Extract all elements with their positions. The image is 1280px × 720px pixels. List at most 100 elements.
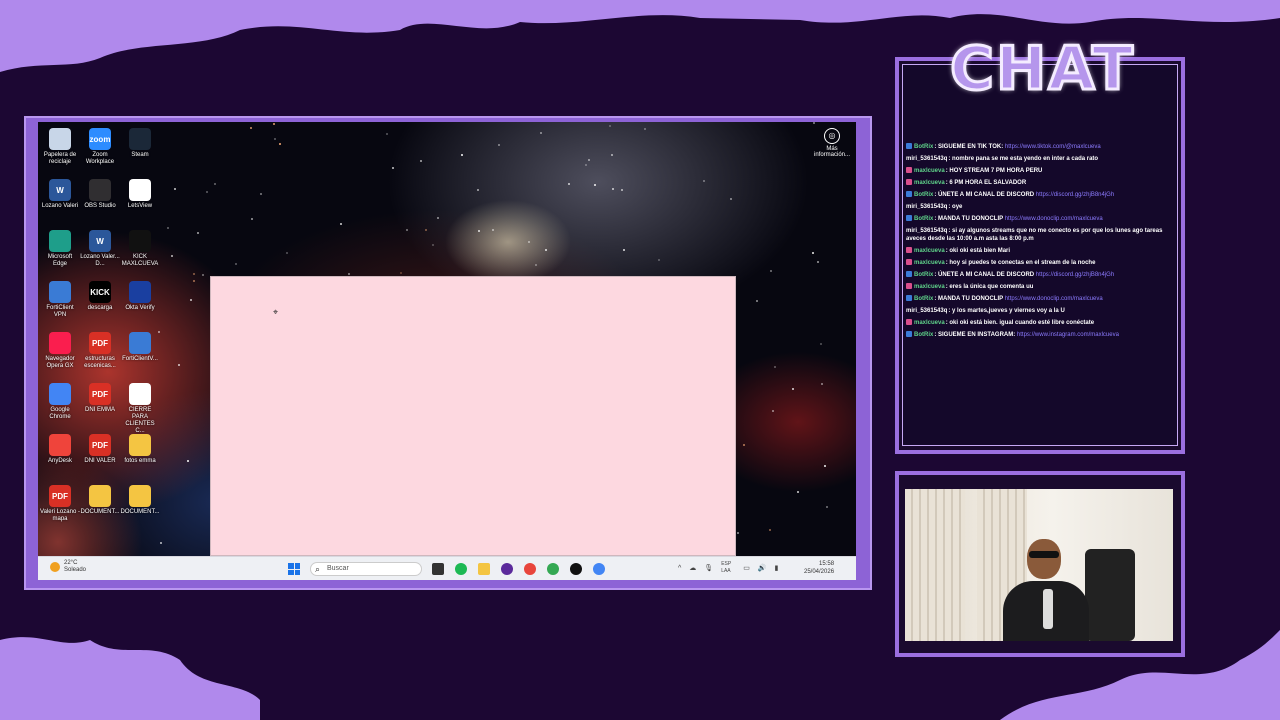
chevron-up-icon[interactable]: ^ [678, 565, 681, 572]
star [770, 270, 772, 272]
opera-gx-icon [49, 332, 71, 354]
star [644, 128, 646, 130]
chrome-profile-icon[interactable] [547, 563, 559, 575]
chat-username[interactable]: maxlcueva [914, 320, 945, 326]
chat-link[interactable]: https://www.donoclip.com/maxlcueva [1005, 296, 1103, 302]
chat-username[interactable]: miri_5361543q [906, 156, 947, 162]
desktop-icon[interactable]: Microsoft Edge [40, 230, 80, 268]
chrome-alt-icon[interactable] [593, 563, 605, 575]
chat-username[interactable]: BotRix [914, 144, 933, 150]
chat-message: maxlcueva: eres la única que comenta uu [906, 283, 1178, 291]
app-icon[interactable] [501, 563, 513, 575]
chat-link[interactable]: https://discord.gg/zhjB8n4jGh [1036, 192, 1114, 198]
language-indicator[interactable]: ESP LAA [721, 561, 735, 575]
desktop-icon[interactable]: Okta Verify [120, 281, 160, 312]
windows-desktop[interactable]: Papelera de reciclaje zoom Zoom Workplace S… [38, 122, 856, 580]
folder-icon [129, 434, 151, 456]
star [792, 388, 794, 390]
weather-desc: Soleado [64, 567, 87, 573]
desktop-icon[interactable]: FortiClient VPN [40, 281, 80, 319]
chat-username[interactable]: BotRix [914, 296, 933, 302]
star [178, 364, 180, 366]
desktop-icon-label: Google Chrome [49, 407, 71, 420]
desktop-icon[interactable]: PDF DNI EMMA [80, 383, 120, 414]
chat-text: : eres la única que comenta uu [945, 284, 1034, 290]
chat-username[interactable]: BotRix [914, 216, 933, 222]
desktop-icon[interactable]: fotos emma [120, 434, 160, 465]
desktop-icon[interactable]: KICK MAXLCUEVA [120, 230, 160, 268]
windows-taskbar: 22°C Soleado ⌕ Buscar ^ ☁ 🎙 ESP LAA ▭ 🔊 … [38, 556, 856, 580]
letsview-icon [129, 179, 151, 201]
desktop-icon[interactable]: PDF estructuras escenicas... [80, 332, 120, 370]
chat-text: : oki oki está bien. igual cuando esté l… [945, 320, 1095, 326]
star [202, 274, 204, 276]
microphone-icon[interactable]: 🎙 [704, 564, 713, 572]
desktop-icon-label: OBS Studio [84, 203, 116, 209]
obs-icon[interactable] [570, 563, 582, 575]
onedrive-icon[interactable]: ☁ [689, 564, 696, 572]
desktop-icon[interactable]: W Lozano Valer... D... [80, 230, 120, 268]
clock-time: 15:58 [819, 561, 835, 567]
weather-widget[interactable]: 22°C Soleado [50, 560, 86, 574]
chat-username[interactable]: miri_5361543q [906, 228, 947, 234]
desktop-icon[interactable]: zoom Zoom Workplace [80, 128, 120, 166]
star [187, 460, 189, 462]
chat-username[interactable]: BotRix [914, 192, 933, 198]
desktop-icon[interactable]: CIERRE PARA CLIENTES C... [120, 383, 160, 435]
chat-username[interactable]: BotRix [914, 272, 933, 278]
desktop-icon[interactable]: AnyDesk [40, 434, 80, 465]
chat-username[interactable]: maxlcueva [914, 248, 945, 254]
chat-username[interactable]: maxlcueva [914, 260, 945, 266]
desktop-icon[interactable]: W Lozano Valeri [40, 179, 80, 210]
pink-blank-window[interactable]: ⌖ [210, 276, 736, 556]
desktop-icon[interactable]: Navegador Opera GX [40, 332, 80, 370]
desktop-icon-label: LetsView [127, 203, 153, 209]
pdf-icon: PDF [89, 332, 111, 354]
desktop-icon-label: Lozano Valer... D... [80, 254, 120, 267]
desktop-icon-label: AnyDesk [47, 458, 72, 464]
desktop-icon[interactable]: LetsView [120, 179, 160, 210]
desktop-icon[interactable]: PDF DNI VALER [80, 434, 120, 465]
star [348, 273, 350, 275]
windows-start-button[interactable] [288, 563, 300, 575]
chat-username[interactable]: maxlcueva [914, 168, 945, 174]
desktop-icon[interactable]: FortiClientV... [120, 332, 160, 363]
desktop-icon[interactable]: DOCUMENT... [80, 485, 120, 516]
desktop-icon[interactable]: Google Chrome [40, 383, 80, 421]
chat-username[interactable]: miri_5361543q [906, 204, 947, 210]
chrome-icon[interactable] [524, 563, 536, 575]
chat-username[interactable]: BotRix [914, 332, 933, 338]
chat-username[interactable]: maxlcueva [914, 180, 945, 186]
broadcaster-badge-icon [906, 167, 912, 174]
star [609, 125, 611, 127]
chat-message: maxlcueva: oki oki está bien. igual cuan… [906, 319, 1178, 327]
battery-icon[interactable]: ▮ [775, 564, 779, 572]
chat-username[interactable]: maxlcueva [914, 284, 945, 290]
desktop-icon[interactable]: OBS Studio [80, 179, 120, 210]
desktop-icon[interactable]: Papelera de reciclaje [40, 128, 80, 166]
spotify-icon[interactable] [455, 563, 467, 575]
chat-link[interactable]: https://www.tiktok.com/@maxlcueva [1005, 144, 1101, 150]
desktop-icon[interactable]: KICK descarga [80, 281, 120, 312]
star [658, 259, 660, 261]
chat-link[interactable]: https://discord.gg/zhjB8n4jGh [1036, 272, 1114, 278]
desktop-icon[interactable]: PDF Valeri Lozano - mapa [40, 485, 80, 523]
star [588, 159, 590, 161]
chat-username[interactable]: miri_5361543q [906, 308, 947, 314]
desktop-icon[interactable]: DOCUMENT... [120, 485, 160, 516]
chat-link[interactable]: https://www.donoclip.com/maxlcueva [1005, 216, 1103, 222]
desktop-icon-label: DNI VALER [84, 458, 116, 464]
volume-icon[interactable]: 🔊 [758, 564, 767, 572]
chat-link[interactable]: https://www.instagram.com/maxlcueva [1017, 332, 1119, 338]
clock-date: 25/04/2026 [804, 569, 835, 575]
desktop-icon[interactable]: Steam [120, 128, 160, 159]
mouse-cursor-icon: ⌖ [273, 307, 279, 317]
star [273, 123, 275, 125]
bot-badge-icon [906, 143, 912, 150]
file-explorer-icon[interactable] [478, 563, 490, 575]
task-view-icon[interactable] [432, 563, 444, 575]
taskbar-search-input[interactable]: ⌕ Buscar [310, 562, 422, 576]
taskbar-clock[interactable]: 15:58 25/04/2026 [804, 560, 834, 576]
network-icon[interactable]: ▭ [743, 564, 750, 572]
mas-informacion-link[interactable]: ◎ Más información... [812, 128, 852, 158]
